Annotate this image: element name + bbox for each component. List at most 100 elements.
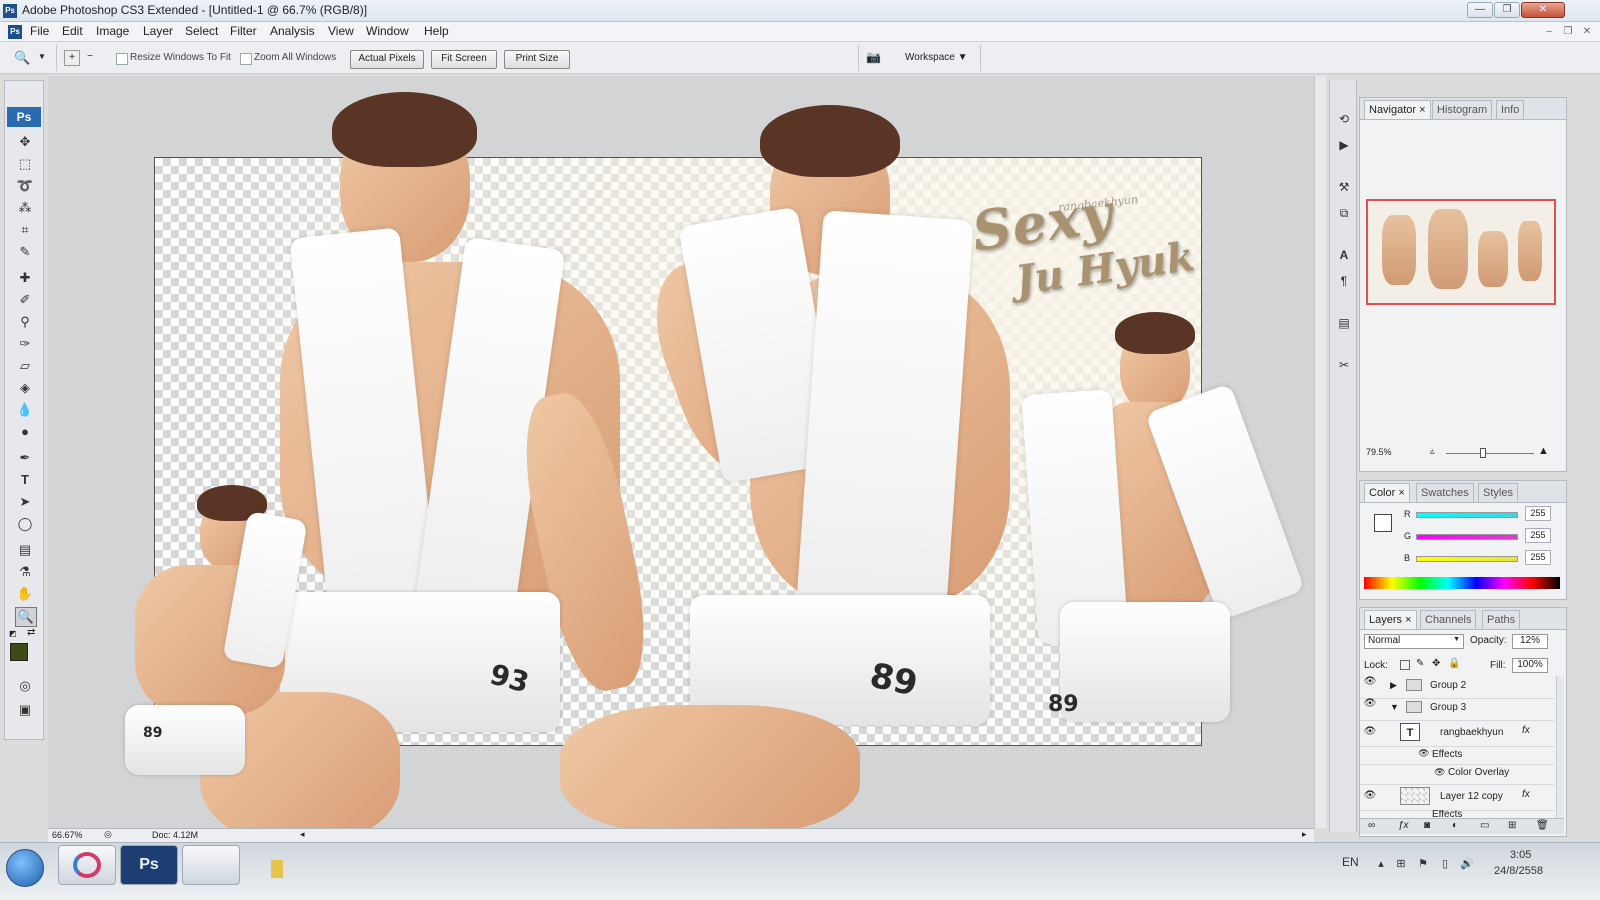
tab-swatches[interactable]: Swatches (1416, 483, 1474, 502)
layer-row[interactable]: 👁 ▼ Group 3 (1360, 698, 1554, 721)
pen-tool-icon[interactable]: ✒ (15, 449, 35, 467)
chevron-down-icon[interactable]: ▼ (38, 52, 46, 61)
clock-time[interactable]: 3:05 (1510, 849, 1531, 861)
zoom-out-icon[interactable]: − (82, 50, 98, 66)
network-icon[interactable]: ⊞ (1394, 857, 1408, 871)
blur-tool-icon[interactable]: 💧 (15, 401, 35, 419)
menu-window[interactable]: Window (366, 24, 409, 38)
tab-histogram[interactable]: Histogram (1432, 100, 1493, 119)
fx-icon[interactable]: fx (1522, 789, 1530, 800)
layers-scrollbar[interactable] (1556, 676, 1564, 818)
zoom-tool-preset-icon[interactable]: 🔍 (14, 50, 34, 66)
history-brush-icon[interactable]: ✑ (15, 335, 35, 353)
add-style-icon[interactable]: ƒx (1398, 820, 1409, 831)
eye-icon[interactable]: 👁 (1363, 698, 1377, 710)
show-hidden-icon[interactable]: ▴ (1374, 857, 1388, 871)
volume-icon[interactable]: 🔊 (1460, 857, 1474, 871)
layer-row[interactable]: 👁 ▶ Group 2 (1360, 676, 1554, 699)
zoom-all-checkbox[interactable] (240, 53, 252, 65)
tab-navigator[interactable]: Navigator × (1364, 100, 1431, 119)
battery-icon[interactable]: ▯ (1438, 857, 1452, 871)
lock-position-icon[interactable]: ✥ (1432, 658, 1440, 669)
new-layer-icon[interactable]: ⊞ (1508, 820, 1516, 831)
dodge-tool-icon[interactable]: ● (15, 423, 35, 441)
layer-row[interactable]: 👁 Effects (1360, 746, 1554, 765)
eraser-tool-icon[interactable]: ▱ (15, 357, 35, 375)
opacity-input[interactable]: 12% (1512, 634, 1548, 649)
status-menu-icon[interactable]: ◎ (104, 829, 112, 840)
fill-input[interactable]: 100% (1512, 658, 1548, 673)
layer-comps-icon[interactable]: ▤ (1334, 314, 1354, 332)
expand-icon[interactable]: ▶ (1390, 680, 1397, 691)
workspace-menu[interactable]: Workspace ▼ (905, 52, 968, 63)
clone-source-icon[interactable]: ⧉ (1334, 204, 1354, 222)
eyedropper-icon[interactable]: ⚗ (15, 563, 35, 581)
channel-g-slider[interactable] (1416, 534, 1518, 540)
taskbar-folder[interactable] (182, 845, 283, 885)
slice-tool-icon[interactable]: ✎ (15, 243, 35, 261)
layer-row[interactable]: 👁 T rangbaekhyun fx (1360, 720, 1554, 747)
zoom-out-small-icon[interactable]: ▵ (1430, 446, 1435, 457)
brushes-icon[interactable]: ✂ (1334, 356, 1354, 374)
adjustment-layer-icon[interactable]: ◐ (1452, 820, 1458, 831)
fit-screen-button[interactable]: Fit Screen (431, 50, 497, 69)
navigator-zoom-thumb[interactable] (1480, 448, 1486, 458)
new-group-icon[interactable]: ▭ (1480, 820, 1489, 831)
zoom-in-small-icon[interactable]: ▲ (1538, 445, 1549, 457)
eye-icon[interactable]: 👁 (1363, 676, 1377, 688)
character-icon[interactable]: A (1334, 246, 1354, 264)
delete-layer-icon[interactable]: 🗑 (1536, 820, 1549, 831)
fx-icon[interactable]: fx (1522, 725, 1530, 736)
color-fg-swatch[interactable] (1374, 514, 1392, 532)
language-indicator[interactable]: EN (1342, 855, 1359, 869)
navigator-preview[interactable] (1366, 199, 1556, 305)
quick-mask-icon[interactable]: ◎ (15, 677, 35, 695)
channel-r-value[interactable]: 255 (1525, 506, 1551, 521)
move-tool-icon[interactable]: ✥ (15, 133, 35, 151)
history-icon[interactable]: ⟲ (1334, 110, 1354, 128)
lock-pixels-icon[interactable]: ✎ (1416, 658, 1424, 669)
magic-wand-icon[interactable]: ⁂ (15, 199, 35, 217)
menu-file[interactable]: File (30, 24, 49, 38)
clock-date[interactable]: 24/8/2558 (1494, 865, 1543, 877)
menu-select[interactable]: Select (185, 24, 218, 38)
actual-pixels-button[interactable]: Actual Pixels (350, 50, 424, 69)
actions-icon[interactable]: ▶ (1334, 136, 1354, 154)
tab-styles[interactable]: Styles (1478, 483, 1518, 502)
marquee-tool-icon[interactable]: ⬚ (15, 155, 35, 173)
file-browser-icon[interactable]: 📷 (866, 50, 886, 66)
eye-icon[interactable]: 👁 (1363, 790, 1377, 802)
minimize-button[interactable]: — (1467, 2, 1493, 18)
navigator-zoom[interactable]: 79.5% (1366, 447, 1392, 457)
menu-help[interactable]: Help (424, 24, 449, 38)
taskbar-photoshop[interactable]: Ps (120, 845, 178, 885)
channel-g-value[interactable]: 255 (1525, 528, 1551, 543)
notes-tool-icon[interactable]: ▤ (15, 541, 35, 559)
lock-transparency-icon[interactable] (1400, 660, 1410, 670)
photoshop-menu-icon[interactable]: Ps (8, 25, 22, 39)
link-layers-icon[interactable]: ∞ (1368, 820, 1375, 831)
print-size-button[interactable]: Print Size (504, 50, 570, 69)
scroll-left-icon[interactable]: ◂ (300, 829, 305, 840)
type-tool-icon[interactable]: T (15, 471, 35, 489)
vertical-scrollbar[interactable] (1314, 76, 1326, 828)
clone-stamp-icon[interactable]: ⚲ (15, 313, 35, 331)
menu-edit[interactable]: Edit (62, 24, 83, 38)
tab-layers[interactable]: Layers × (1364, 610, 1417, 629)
close-button[interactable]: ✕ (1521, 2, 1565, 18)
resize-windows-checkbox[interactable] (116, 53, 128, 65)
eye-icon[interactable]: 👁 (1363, 726, 1377, 738)
zoom-level[interactable]: 66.67% (52, 830, 83, 840)
navigator-zoom-slider[interactable] (1446, 453, 1534, 454)
screen-mode-icon[interactable]: ▣ (15, 701, 35, 719)
default-colors-icon[interactable]: ◩ (9, 629, 19, 639)
add-mask-icon[interactable]: ◙ (1424, 820, 1430, 831)
paragraph-icon[interactable]: ¶ (1334, 272, 1354, 290)
scroll-right-icon[interactable]: ▸ (1302, 829, 1307, 840)
tab-info[interactable]: Info (1496, 100, 1525, 119)
channel-r-slider[interactable] (1416, 512, 1518, 518)
menu-view[interactable]: View (328, 24, 354, 38)
doc-restore-button[interactable]: ❐ (1560, 25, 1576, 38)
brush-tool-icon[interactable]: ✐ (15, 291, 35, 309)
channel-b-slider[interactable] (1416, 556, 1518, 562)
